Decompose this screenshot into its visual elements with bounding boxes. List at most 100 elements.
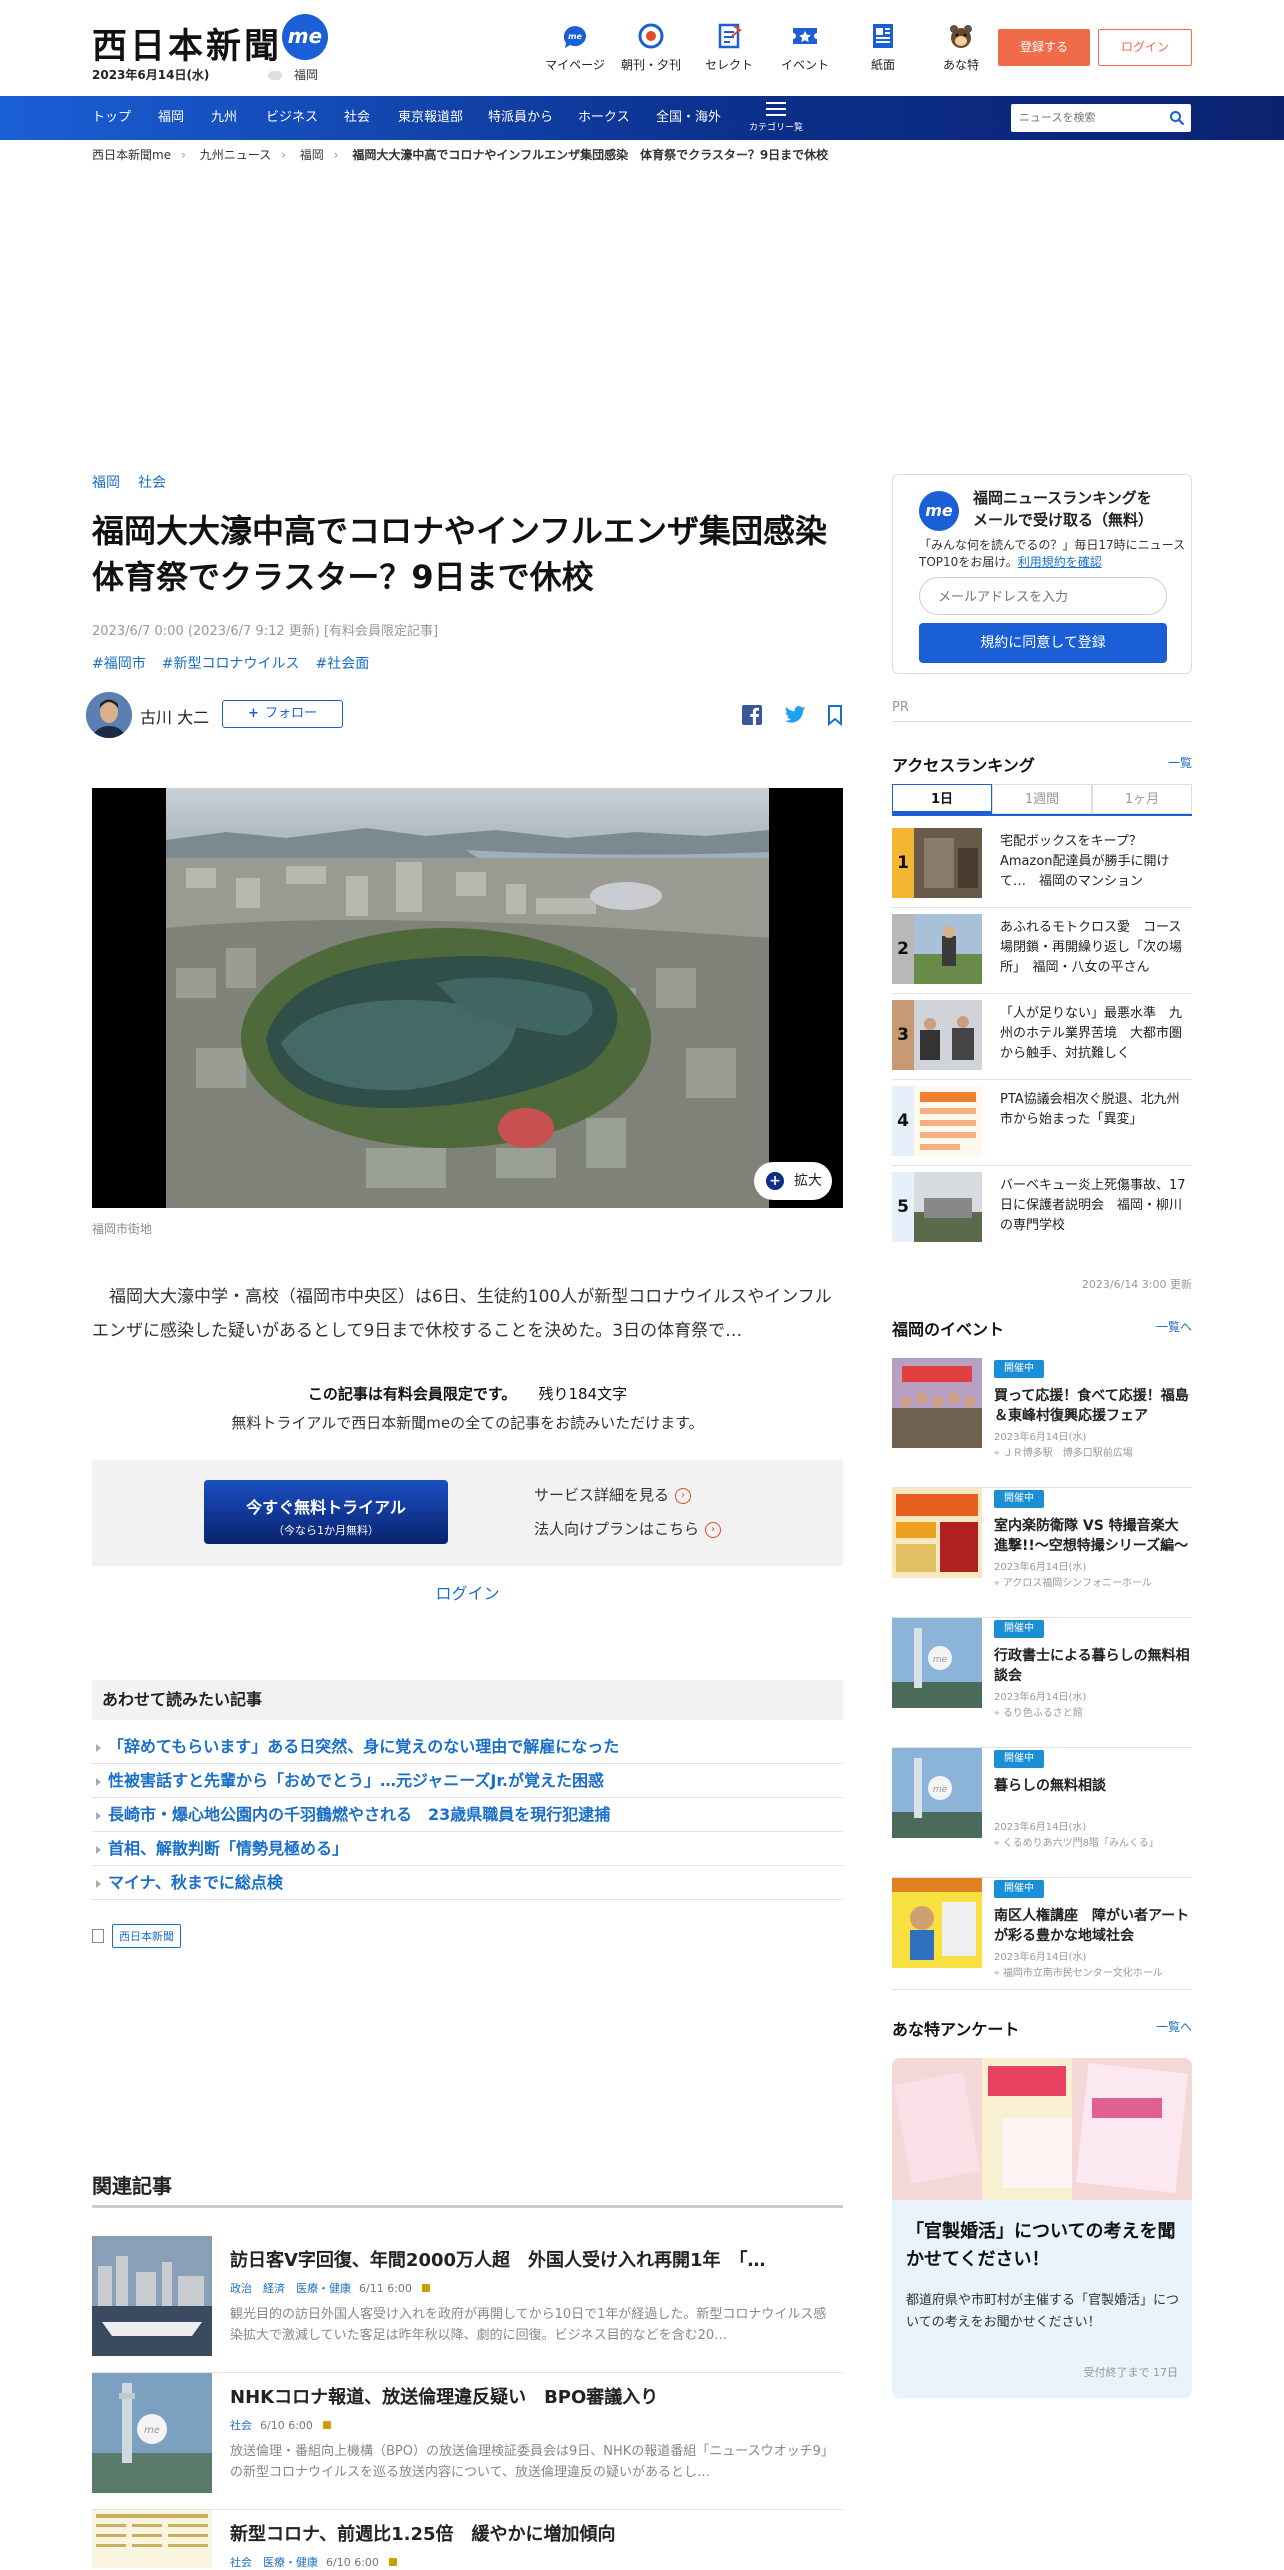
document-icon — [92, 1929, 104, 1943]
ranking-item[interactable]: 3 「人が足りない」最悪水準 九州のホテル業界苦境 大都市圏から触手、対抗難しく — [892, 994, 1192, 1080]
fukuoka-aerial-photo — [166, 788, 769, 1208]
event-title[interactable]: 行政書士による暮らしの無料相談会 — [994, 1646, 1192, 1686]
ranking-title[interactable]: PTA協議会相次ぐ脱退、北九州市から始まった「異変」 — [1000, 1090, 1192, 1130]
twitter-icon[interactable] — [784, 704, 806, 726]
bookmark-icon[interactable] — [824, 704, 846, 726]
breadcrumb-kyushu[interactable]: 九州ニュース — [200, 148, 271, 162]
follow-button[interactable]: + フォロー — [222, 700, 343, 728]
category-link[interactable]: 福岡 — [92, 475, 120, 491]
related-tags[interactable]: 社会 医療・健康 — [230, 2556, 318, 2569]
also-read-item[interactable]: 長崎市・爆心地公園内の千羽鶴燃やされる 23歳県職員を現行犯逮捕 — [92, 1798, 843, 1832]
also-read-list: 「辞めてもらいます」ある日突然、身に覚えのない理由で解雇になった 性被害話すと先… — [92, 1730, 843, 1900]
terms-link[interactable]: 利用規約を確認 — [1018, 555, 1102, 569]
gnav-item-business[interactable]: ビジネス — [266, 96, 318, 140]
gnav-item-hawks[interactable]: ホークス — [578, 96, 630, 140]
related-article[interactable]: 訪日客V字回復、年間2000万人超 外国人受け入れ再開1年 「… 政治 経済 医… — [92, 2236, 843, 2373]
pr-label: PR — [892, 700, 1192, 722]
related-title[interactable]: NHKコロナ報道、放送倫理違反疑い BPO審議入り — [230, 2383, 658, 2409]
also-read-item[interactable]: 性被害話すと先輩から「おめでとう」…元ジャニーズJr.が覚えた困惑 — [92, 1764, 843, 1798]
search-icon[interactable] — [1169, 110, 1185, 126]
related-title[interactable]: 新型コロナ、前週比1.25倍 緩やかに増加傾向 — [230, 2520, 616, 2546]
author-avatar[interactable] — [86, 692, 132, 738]
event-item[interactable]: 開催中 南区人権講座 障がい者アートが彩る豊かな地域社会 2023年6月14日(… — [892, 1878, 1192, 1990]
ranking-more-link[interactable]: 一覧 — [1168, 754, 1192, 771]
breadcrumb: 西日本新聞me › 九州ニュース › 福岡 › 福岡大大濠中高でコロナやインフルエンザ… — [92, 146, 838, 163]
newsletter-email-input[interactable] — [919, 577, 1167, 615]
related-meta: 社会 6/10 6:00 — [230, 2417, 331, 2433]
event-item[interactable]: 開催中 買って応援！食べて応援！福島＆東峰村復興応援フェア 2023年6月14日… — [892, 1358, 1192, 1488]
gnav-item-tokyo[interactable]: 東京報道部 — [398, 96, 463, 140]
facebook-icon[interactable] — [741, 704, 763, 726]
ranking-item[interactable]: 4 PTA協議会相次ぐ脱退、北九州市から始まった「異変」 — [892, 1080, 1192, 1166]
ranking-title[interactable]: バーベキュー炎上死傷事故、17日に保護者説明会 福岡・柳川の専門学校 — [1000, 1176, 1192, 1236]
nav-mypage[interactable]: me マイページ — [532, 22, 618, 73]
survey-title[interactable]: 「官製婚活」についての考えを聞かせてください！ — [906, 2218, 1182, 2274]
corporate-plan-link[interactable]: 法人向けプランはこちら › — [534, 1518, 722, 1539]
event-title[interactable]: 買って応援！食べて応援！福島＆東峰村復興応援フェア — [994, 1386, 1192, 1426]
event-title[interactable]: 暮らしの無料相談 — [994, 1776, 1192, 1796]
nav-paper[interactable]: 紙面 — [840, 22, 926, 73]
nav-edition[interactable]: 朝刊・夕刊 — [608, 22, 694, 73]
hashtag-link[interactable]: #福岡市 — [92, 656, 146, 672]
also-read-item[interactable]: 「辞めてもらいます」ある日突然、身に覚えのない理由で解雇になった — [92, 1730, 843, 1764]
free-trial-button[interactable]: 今すぐ無料トライアル （今なら1か月無料） — [204, 1480, 448, 1544]
ranking-title[interactable]: あふれるモトクロス愛 コース場閉鎖・再開繰り返し「次の場所」 福岡・八女の平さん — [1000, 918, 1192, 978]
ranking-item[interactable]: 1 宅配ボックスをキープ？Amazon配達員が勝手に開けて… 福岡のマンション — [892, 822, 1192, 908]
event-title[interactable]: 室内楽防衛隊 VS 特撮音楽大進撃!!～空想特撮シリーズ編～ — [994, 1516, 1192, 1556]
tab-1day[interactable]: 1日 — [892, 784, 992, 814]
ranking-title[interactable]: 「人が足りない」最悪水準 九州のホテル業界苦境 大都市圏から触手、対抗難しく — [1000, 1004, 1192, 1064]
gnav-item-top[interactable]: トップ — [92, 96, 131, 140]
event-date: 2023年6月14日(水) — [994, 1692, 1087, 1703]
service-detail-link[interactable]: サービス詳細を見る › — [534, 1484, 692, 1505]
hashtag-link[interactable]: #新型コロナウイルス — [162, 656, 300, 672]
category-menu-button[interactable]: カテゴリー覧 — [748, 102, 804, 133]
also-read-item[interactable]: マイナ、秋までに総点検 — [92, 1866, 843, 1900]
related-tags[interactable]: 政治 経済 医療・健康 — [230, 2282, 351, 2295]
related-title[interactable]: 訪日客V字回復、年間2000万人超 外国人受け入れ再開1年 「… — [230, 2246, 766, 2272]
zoom-button[interactable]: + 拡大 — [754, 1162, 832, 1200]
newsletter-submit-button[interactable]: 規約に同意して登録 — [919, 623, 1167, 663]
article-photo[interactable] — [92, 788, 843, 1208]
tab-1month[interactable]: 1ヶ月 — [1092, 784, 1192, 814]
nav-event[interactable]: イベント — [762, 22, 848, 73]
register-button[interactable]: 登録する — [998, 29, 1090, 66]
ranking-title[interactable]: 宅配ボックスをキープ？Amazon配達員が勝手に開けて… 福岡のマンション — [1000, 832, 1192, 892]
hamburger-icon — [766, 102, 786, 116]
events-more-link[interactable]: 一覧へ — [1156, 1318, 1192, 1335]
login-button[interactable]: ログイン — [1098, 29, 1192, 66]
author-name[interactable]: 古川 大二 — [140, 704, 209, 728]
event-item[interactable]: me 開催中 行政書士による暮らしの無料相談会 2023年6月14日(水) ⌖ … — [892, 1618, 1192, 1748]
category-link[interactable]: 社会 — [138, 475, 166, 491]
survey-card[interactable]: 「官製婚活」についての考えを聞かせてください！ 都道府県や市町村が主催する「官製… — [892, 2058, 1192, 2398]
tab-1week[interactable]: 1週間 — [992, 784, 1092, 814]
event-place: ⌖ くるめりあ六ツ門8階「みんくる」 — [994, 1834, 1159, 1849]
event-item[interactable]: me 開催中 暮らしの無料相談 2023年6月14日(水) ⌖ くるめりあ六ツ門… — [892, 1748, 1192, 1878]
region-selector[interactable]: 福岡 — [268, 66, 318, 83]
related-tags[interactable]: 社会 — [230, 2419, 252, 2432]
related-article[interactable]: me NHKコロナ報道、放送倫理違反疑い BPO審議入り 社会 6/10 6:00… — [92, 2373, 843, 2510]
gnav-item-society[interactable]: 社会 — [344, 96, 370, 140]
me-logo-badge[interactable]: me — [282, 14, 328, 60]
breadcrumb-home[interactable]: 西日本新聞me — [92, 148, 171, 162]
gnav-item-kyushu[interactable]: 九州 — [211, 96, 237, 140]
also-read-item[interactable]: 首相、解散判断「情勢見極める」 — [92, 1832, 843, 1866]
nav-mypage-label: マイページ — [545, 58, 605, 72]
event-item[interactable]: 開催中 室内楽防衛隊 VS 特撮音楽大進撃!!～空想特撮シリーズ編～ 2023年… — [892, 1488, 1192, 1618]
event-title[interactable]: 南区人権講座 障がい者アートが彩る豊かな地域社会 — [994, 1906, 1192, 1946]
survey-more-link[interactable]: 一覧へ — [1156, 2018, 1192, 2035]
gnav-item-correspondent[interactable]: 特派員から — [488, 96, 553, 140]
gnav-item-fukuoka[interactable]: 福岡 — [158, 96, 184, 140]
ranking-item[interactable]: 2 あふれるモトクロス愛 コース場閉鎖・再開繰り返し「次の場所」 福岡・八女の平… — [892, 908, 1192, 994]
gnav-item-national[interactable]: 全国・海外 — [656, 96, 721, 140]
search-input[interactable] — [1019, 109, 1159, 127]
nav-ana-toku[interactable]: あな特 — [918, 22, 1004, 73]
hashtag-link[interactable]: #社会面 — [315, 656, 369, 672]
breadcrumb-fukuoka[interactable]: 福岡 — [300, 148, 324, 162]
article-login-link[interactable]: ログイン — [92, 1580, 843, 1604]
ranking-item[interactable]: 5 バーベキュー炎上死傷事故、17日に保護者説明会 福岡・柳川の専門学校 — [892, 1166, 1192, 1252]
source-label[interactable]: 西日本新聞 — [112, 1924, 181, 1948]
related-article[interactable]: 新型コロナ、前週比1.25倍 緩やかに増加傾向 社会 医療・健康 6/10 6:0… — [92, 2510, 843, 2569]
site-logo[interactable]: 西日本新聞 — [92, 18, 282, 69]
nav-select[interactable]: セレクト — [686, 22, 772, 73]
event-thumb-4: me — [892, 1748, 982, 1838]
